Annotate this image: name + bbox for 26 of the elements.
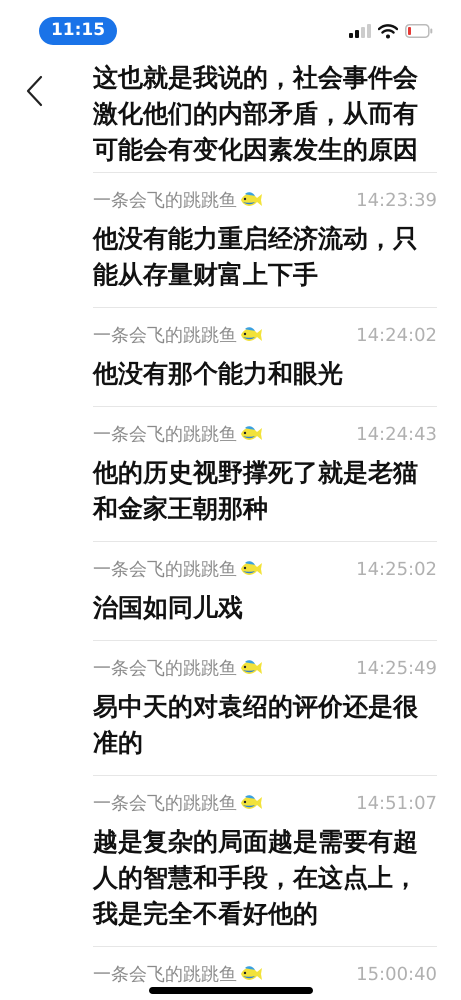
time-pill: 11:15: [39, 17, 117, 45]
sender-name: 一条会飞的跳跳鱼: [93, 962, 237, 986]
wifi-icon: [378, 24, 398, 38]
message-time: 14:51:07: [356, 792, 437, 816]
message-text: 这也就是我说的，社会事件会激化他们的内部矛盾，从而有可能会有变化因素发生的原因: [93, 62, 419, 166]
sender-name: 一条会飞的跳跳鱼: [93, 656, 237, 680]
sender-name: 一条会飞的跳跳鱼: [93, 792, 237, 816]
message-text: 易中天的对袁绍的评价还是很准的: [93, 691, 419, 759]
message-text: 治国如同儿戏: [93, 592, 244, 624]
sender-name: 一条会飞的跳跳鱼: [93, 558, 237, 582]
back-icon: [25, 75, 43, 107]
message-time: 14:25:02: [356, 558, 437, 582]
message-time: 14:23:39: [356, 188, 437, 212]
message-text: 他没有那个能力和眼光: [93, 358, 344, 390]
sender-name: 一条会飞的跳跳鱼: [93, 188, 237, 212]
sender-name: 一条会飞的跳跳鱼: [93, 324, 237, 348]
signal-icon: [349, 24, 371, 38]
message-time: 14:25:49: [356, 656, 437, 680]
message-text: 他没有能力重启经济流动，只能从存量财富上下手: [93, 223, 419, 291]
sender-name: 一条会飞的跳跳鱼: [93, 422, 237, 446]
message-text: 越是复杂的局面越是需要有超人的智慧和手段，在这点上，我是完全不看好他的: [93, 826, 419, 930]
battery-icon: [405, 24, 433, 38]
message-time: 14:24:43: [356, 422, 437, 446]
message-text: 他的历史视野撑死了就是老猫和金家王朝那种: [93, 457, 419, 525]
message-time: 15:00:40: [356, 962, 437, 986]
message-time: 14:24:02: [356, 324, 437, 348]
